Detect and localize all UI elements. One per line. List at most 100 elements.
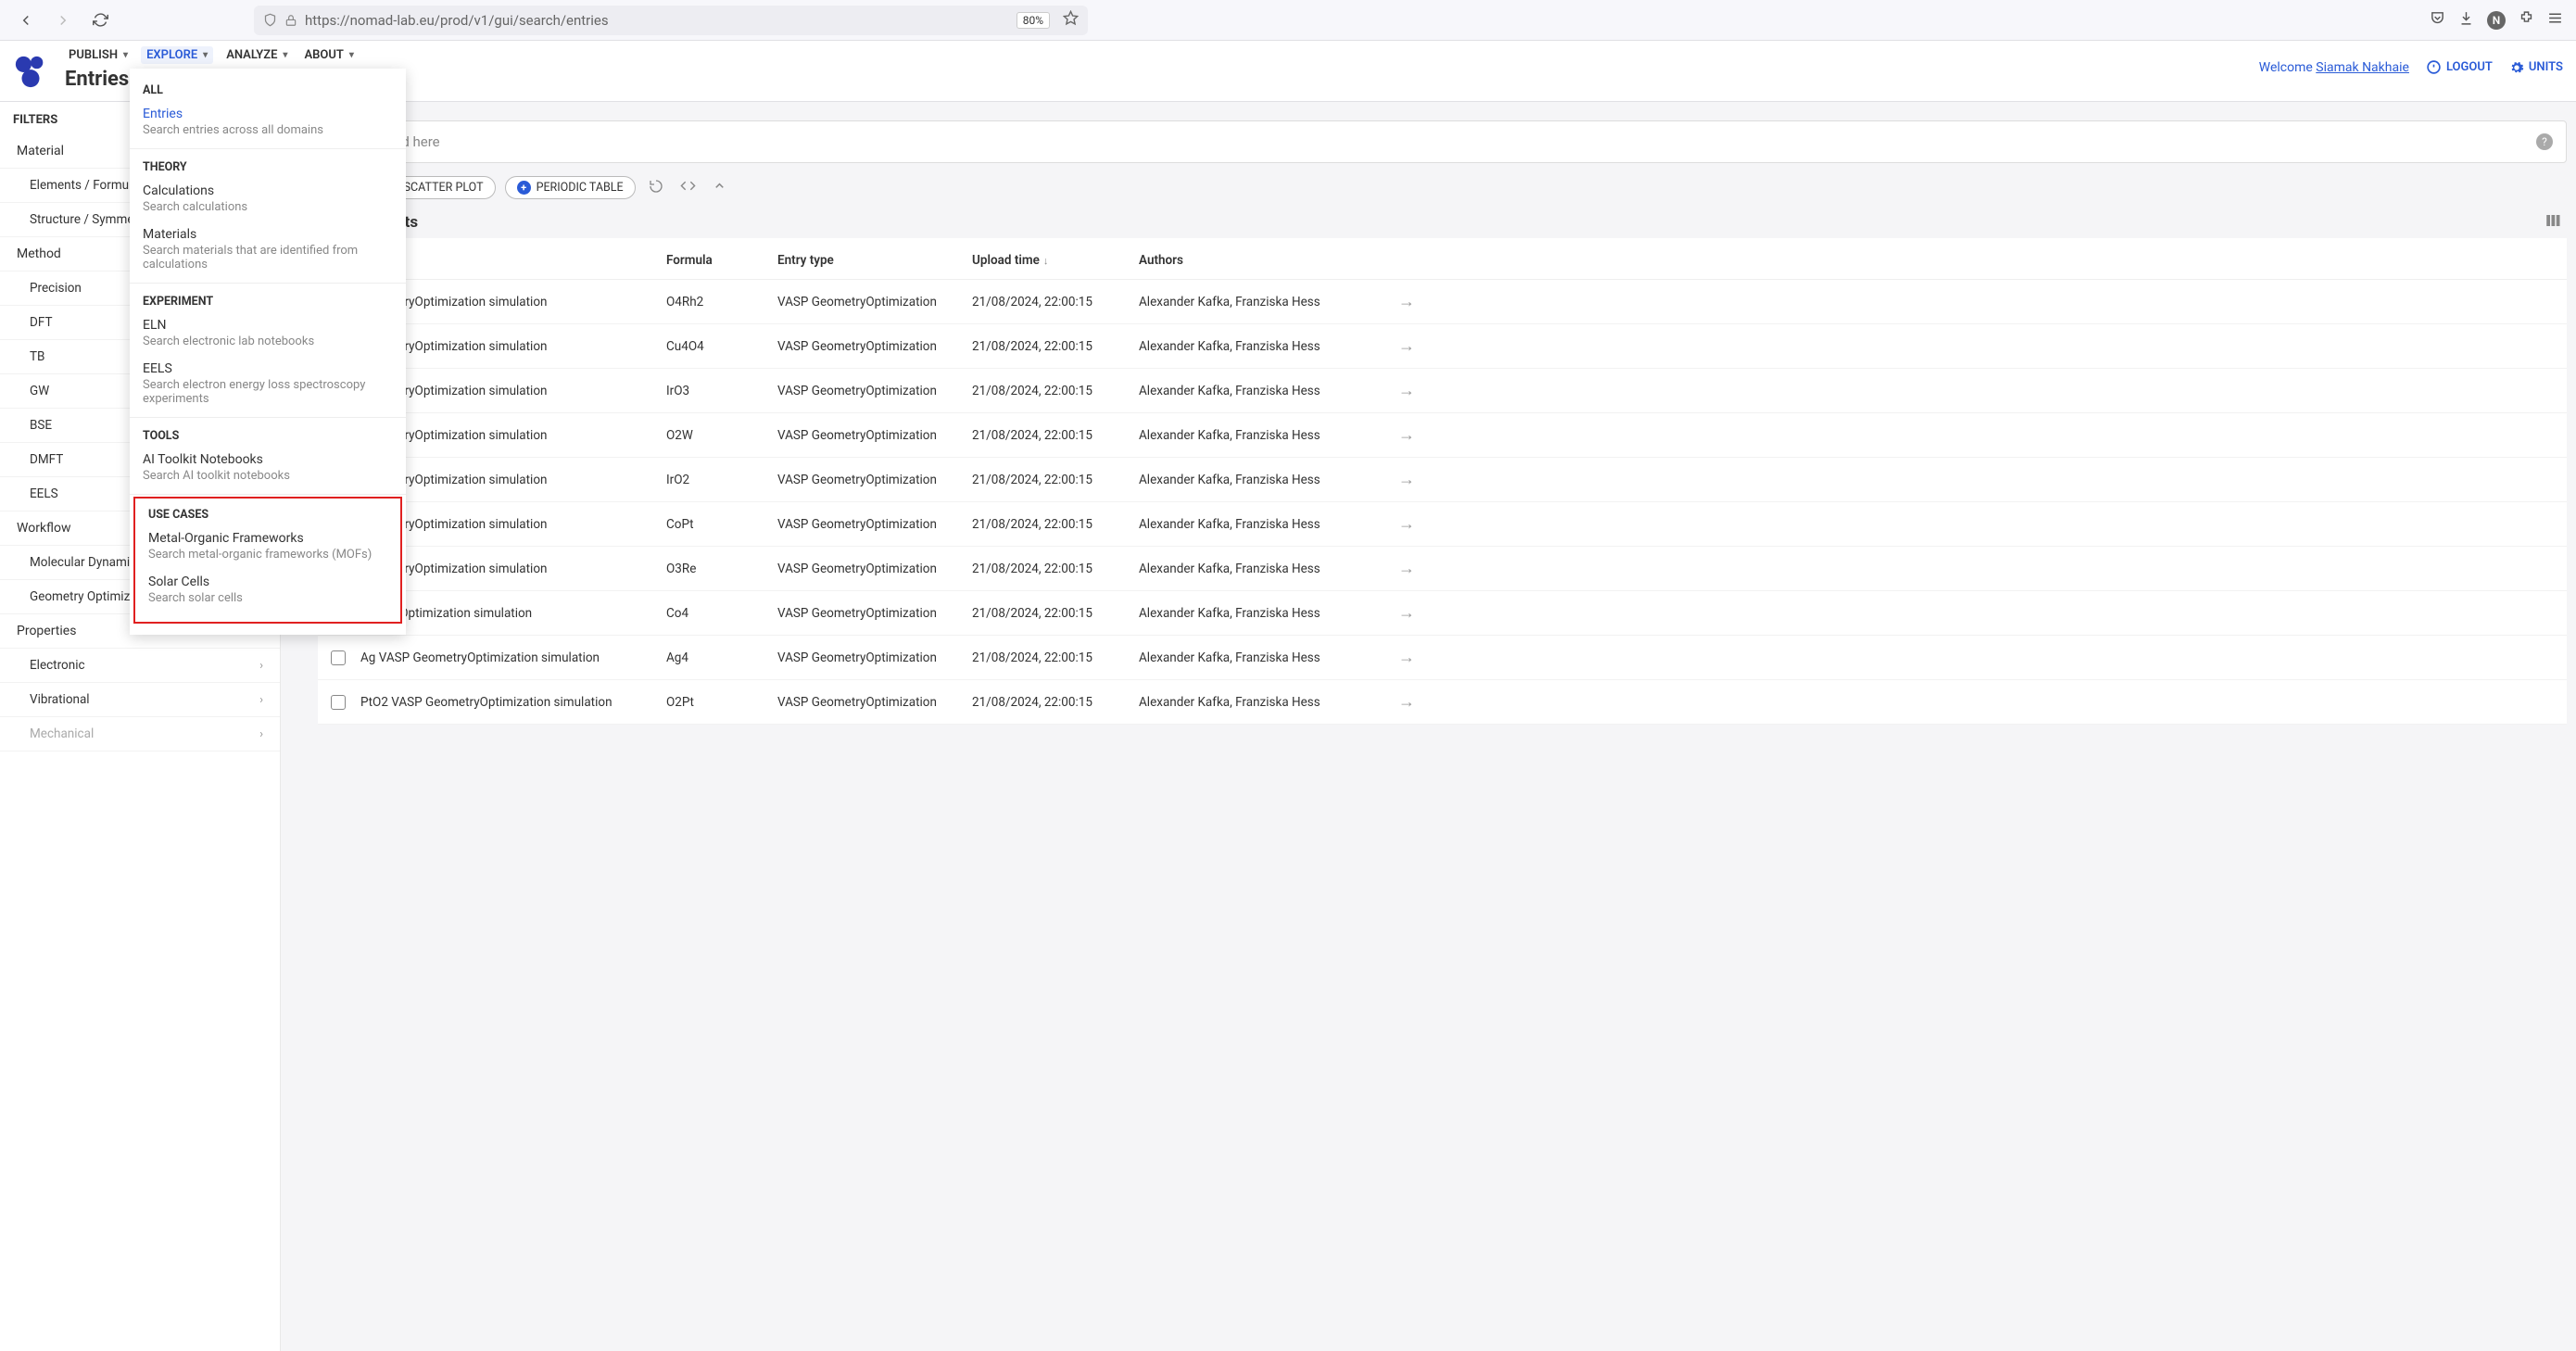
cell-authors: Alexander Kafka, Franziska Hess: [1139, 295, 1398, 309]
cell-name: Ag VASP GeometryOptimization simulation: [360, 650, 666, 665]
url-bar[interactable]: https://nomad-lab.eu/prod/v1/gui/search/…: [254, 6, 1088, 35]
dropdown-item[interactable]: Entries Search entries across all domains: [130, 103, 406, 146]
open-row-icon[interactable]: →: [1398, 514, 1445, 534]
dropdown-item-subtitle: Search electronic lab notebooks: [143, 335, 393, 348]
filter-label: Precision: [30, 281, 82, 296]
cell-formula: CoPt: [666, 517, 777, 532]
table-row[interactable]: GeometryOptimization simulationO2WVASP G…: [318, 413, 2567, 458]
menu-about[interactable]: ABOUT▾: [300, 46, 357, 64]
open-row-icon[interactable]: →: [1398, 381, 1445, 400]
cell-name: GeometryOptimization simulation: [360, 562, 666, 576]
col-entry-type[interactable]: Entry type: [777, 253, 972, 268]
table-row[interactable]: GeometryOptimization simulationIrO3VASP …: [318, 369, 2567, 413]
col-upload-time[interactable]: Upload time ↓: [972, 253, 1139, 268]
dropdown-item-title: Metal-Organic Frameworks: [148, 531, 387, 546]
cell-formula: Cu4O4: [666, 339, 777, 354]
dropdown-item[interactable]: Metal-Organic FrameworksSearch metal-org…: [135, 527, 400, 571]
filter-item[interactable]: Electronic›: [0, 649, 280, 683]
cell-name: GeometryOptimization simulation: [360, 295, 666, 309]
cell-type: VASP GeometryOptimization: [777, 428, 972, 443]
open-row-icon[interactable]: →: [1398, 559, 1445, 578]
filter-item[interactable]: Vibrational›: [0, 683, 280, 717]
col-formula[interactable]: Formula: [666, 253, 777, 268]
row-checkbox[interactable]: [331, 695, 346, 710]
chevron-right-icon: ›: [259, 693, 263, 707]
dropdown-item-subtitle: Search solar cells: [148, 591, 387, 605]
cell-formula: O2W: [666, 428, 777, 443]
dropdown-item[interactable]: MaterialsSearch materials that are ident…: [130, 223, 406, 281]
table-row[interactable]: GeometryOptimization simulationCoPtVASP …: [318, 502, 2567, 547]
dropdown-item-subtitle: Search electron energy loss spectroscopy…: [143, 378, 393, 406]
dropdown-section-title: USE CASES: [135, 499, 400, 527]
extensions-icon[interactable]: [2519, 10, 2534, 30]
dropdown-item[interactable]: Solar CellsSearch solar cells: [135, 571, 400, 614]
dropdown-item[interactable]: AI Toolkit NotebooksSearch AI toolkit no…: [130, 448, 406, 492]
table-row[interactable]: GeometryOptimization simulationO4Rh2VASP…: [318, 280, 2567, 324]
bookmark-star-icon[interactable]: [1063, 10, 1079, 30]
menu-publish[interactable]: PUBLISH▾: [65, 46, 132, 64]
back-button[interactable]: [13, 7, 39, 33]
dropdown-item-subtitle: Search entries across all domains: [143, 123, 393, 137]
zoom-badge[interactable]: 80%: [1017, 12, 1050, 29]
app-nav: PUBLISH▾ EXPLORE▾ ANALYZE▾ ABOUT▾ Entrie…: [0, 41, 2576, 102]
table-row[interactable]: GeometryOptimization simulationIrO2VASP …: [318, 458, 2567, 502]
forward-button[interactable]: [50, 7, 76, 33]
pocket-icon[interactable]: [2430, 10, 2445, 30]
table-header: Formula Entry type Upload time ↓ Authors: [318, 238, 2567, 280]
dropdown-item-subtitle: Search AI toolkit notebooks: [143, 469, 393, 483]
filter-item[interactable]: Mechanical›: [0, 717, 280, 751]
dropdown-item-title: ELN: [143, 318, 393, 333]
cell-authors: Alexander Kafka, Franziska Hess: [1139, 339, 1398, 354]
menu-analyze[interactable]: ANALYZE▾: [222, 46, 291, 64]
dropdown-item-title: Calculations: [143, 183, 393, 198]
open-row-icon[interactable]: →: [1398, 336, 1445, 356]
logout-button[interactable]: LOGOUT: [2426, 59, 2493, 75]
cell-time: 21/08/2024, 22:00:15: [972, 695, 1139, 710]
help-icon[interactable]: ?: [2536, 133, 2553, 150]
table-row[interactable]: ometryOptimization simulationCo4VASP Geo…: [318, 591, 2567, 636]
cell-time: 21/08/2024, 22:00:15: [972, 517, 1139, 532]
dropdown-item-subtitle: Search calculations: [143, 200, 393, 214]
columns-icon[interactable]: [2544, 212, 2561, 233]
url-text: https://nomad-lab.eu/prod/v1/gui/search/…: [305, 12, 609, 29]
open-row-icon[interactable]: →: [1398, 425, 1445, 445]
top-menu: PUBLISH▾ EXPLORE▾ ANALYZE▾ ABOUT▾: [65, 46, 358, 64]
dropdown-item[interactable]: ELN Search electronic lab notebooks: [130, 314, 406, 358]
cell-type: VASP GeometryOptimization: [777, 473, 972, 487]
search-input[interactable]: query or keyword here ?: [290, 120, 2567, 163]
chevron-right-icon: ›: [259, 659, 263, 673]
code-icon[interactable]: [676, 178, 700, 197]
periodic-chip[interactable]: +PERIODIC TABLE: [505, 176, 636, 199]
chevron-down-icon: ▾: [123, 50, 128, 60]
table-row[interactable]: GeometryOptimization simulationCu4O4VASP…: [318, 324, 2567, 369]
cell-type: VASP GeometryOptimization: [777, 295, 972, 309]
open-row-icon[interactable]: →: [1398, 648, 1445, 667]
open-row-icon[interactable]: →: [1398, 470, 1445, 489]
open-row-icon[interactable]: →: [1398, 692, 1445, 712]
menu-explore[interactable]: EXPLORE▾: [141, 46, 213, 64]
user-link[interactable]: Siamak Nakhaie: [2316, 60, 2409, 75]
cell-authors: Alexander Kafka, Franziska Hess: [1139, 384, 1398, 398]
explore-dropdown: ALLEntriesSearch entries across all doma…: [130, 69, 406, 635]
open-row-icon[interactable]: →: [1398, 603, 1445, 623]
row-checkbox[interactable]: [331, 650, 346, 665]
hamburger-icon[interactable]: [2547, 10, 2563, 30]
profile-icon[interactable]: N: [2487, 11, 2506, 30]
units-button[interactable]: UNITS: [2509, 60, 2563, 75]
open-row-icon[interactable]: →: [1398, 292, 1445, 311]
table-row[interactable]: GeometryOptimization simulationO3ReVASP …: [318, 547, 2567, 591]
download-icon[interactable]: [2458, 10, 2474, 30]
reset-icon[interactable]: [645, 179, 667, 197]
dropdown-item[interactable]: Calculations Search calculations: [130, 180, 406, 223]
collapse-icon[interactable]: [709, 179, 730, 196]
cell-authors: Alexander Kafka, Franziska Hess: [1139, 517, 1398, 532]
table-row[interactable]: PtO2 VASP GeometryOptimization simulatio…: [318, 680, 2567, 725]
filter-label: DMFT: [30, 452, 63, 467]
reload-button[interactable]: [87, 7, 113, 33]
dropdown-item[interactable]: EELSSearch electron energy loss spectros…: [130, 358, 406, 415]
table-row[interactable]: Ag VASP GeometryOptimization simulationA…: [318, 636, 2567, 680]
dropdown-item-title: Entries: [143, 107, 393, 121]
col-authors[interactable]: Authors: [1139, 253, 1398, 268]
chevron-down-icon: ▾: [349, 50, 354, 60]
chevron-right-icon: ›: [259, 727, 263, 741]
